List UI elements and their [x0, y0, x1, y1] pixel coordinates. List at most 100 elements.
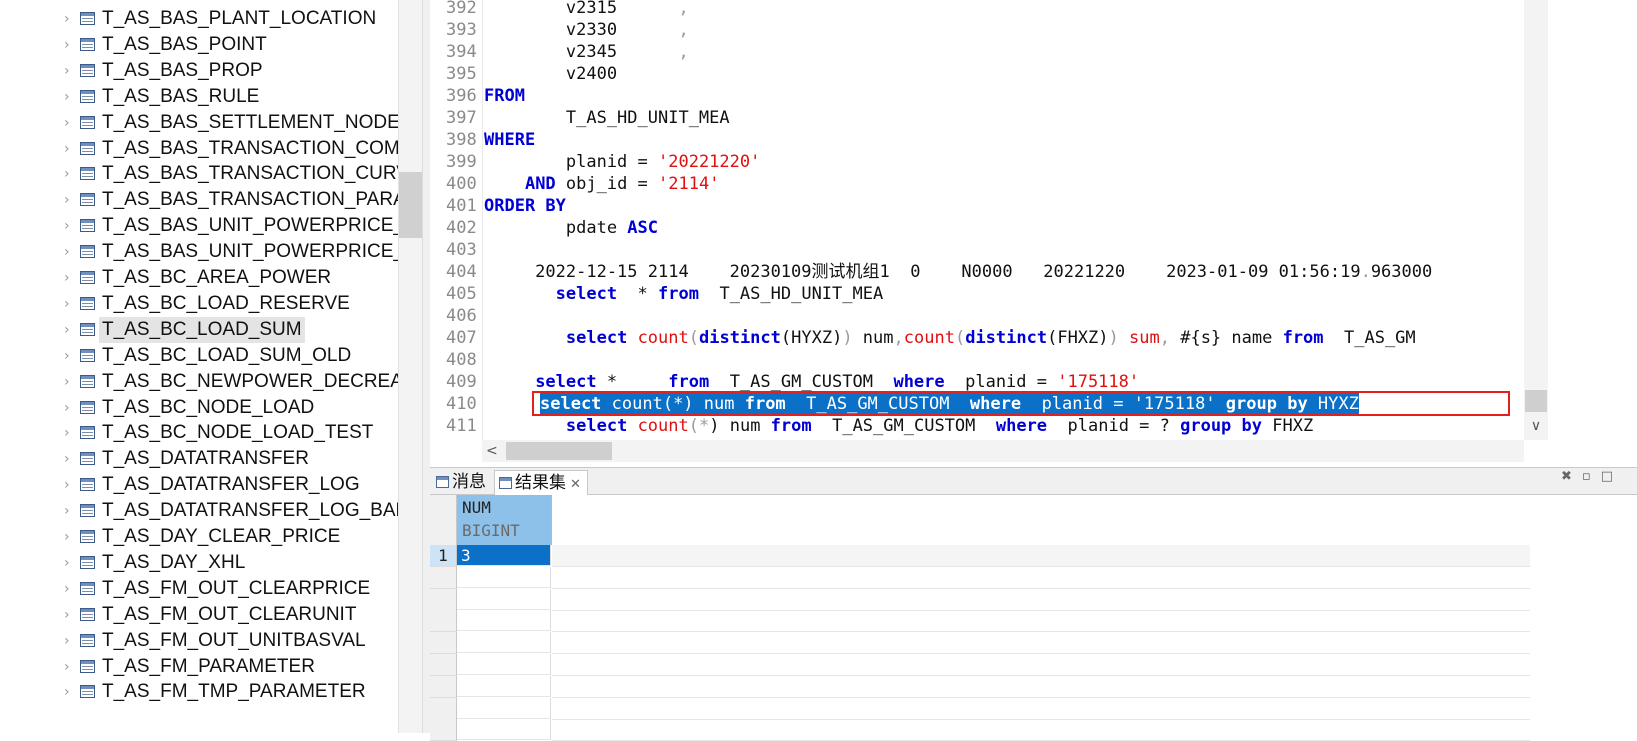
chevron-right-icon[interactable]: › [64, 321, 76, 339]
code-text[interactable]: FROM [484, 85, 525, 107]
code-line[interactable]: 401 ORDER BY [430, 195, 1530, 217]
chevron-right-icon[interactable]: › [64, 217, 76, 235]
grid-cell[interactable] [457, 588, 551, 610]
chevron-right-icon[interactable]: › [64, 36, 76, 54]
code-line[interactable]: 395 v2400 [430, 63, 1530, 85]
code-line[interactable]: 405 select * from T_AS_HD_UNIT_MEA [430, 283, 1530, 305]
tree-item[interactable]: › T_AS_BC_LOAD_RESERVE [0, 291, 398, 317]
tree-item[interactable]: › T_AS_FM_TMP_PARAMETER [0, 679, 398, 705]
tree-item[interactable]: › T_AS_BC_LOAD_SUM [0, 316, 398, 343]
chevron-right-icon[interactable]: › [64, 502, 76, 520]
tree-scroll-thumb[interactable] [399, 172, 423, 238]
row-header[interactable]: 1 [430, 545, 457, 567]
grid-cell[interactable] [457, 654, 551, 675]
chevron-right-icon[interactable]: › [64, 554, 76, 572]
code-text[interactable]: v2315 , [484, 0, 689, 19]
tree-item[interactable]: › T_AS_BAS_UNIT_POWERPRICE_TEMP [0, 239, 398, 265]
code-line[interactable]: 399 planid = '20221220' [430, 151, 1530, 173]
tree-item[interactable]: › T_AS_BC_NODE_LOAD [0, 395, 398, 421]
code-line[interactable]: 392 v2315 , [430, 0, 1530, 19]
chevron-right-icon[interactable]: › [64, 165, 76, 183]
chevron-right-icon[interactable]: › [64, 399, 76, 417]
tree-item[interactable]: › T_AS_BC_LOAD_SUM_OLD [0, 343, 398, 369]
tree-item[interactable]: › T_AS_DATATRANSFER_LOG [0, 472, 398, 498]
editor-vertical-scrollbar[interactable]: ∨ [1524, 0, 1548, 440]
code-text[interactable]: v2345 , [484, 41, 689, 63]
row-header[interactable] [430, 610, 457, 633]
grid-cell[interactable]: 3 [457, 545, 551, 566]
tree-item[interactable]: › T_AS_BAS_TRANSACTION_CURVE [0, 161, 398, 187]
code-line[interactable]: 404 2022-12-15 2114 20230109测试机组1 0 N000… [430, 261, 1530, 283]
chevron-right-icon[interactable]: › [64, 243, 76, 261]
tree-item[interactable]: › T_AS_BAS_UNIT_POWERPRICE_TEMP [0, 213, 398, 239]
chevron-right-icon[interactable]: › [64, 606, 76, 624]
grid-cell[interactable] [457, 697, 551, 719]
code-line[interactable]: 394 v2345 , [430, 41, 1530, 63]
tree-item[interactable]: › T_AS_BAS_TRANSACTION_COMB_C( [0, 136, 398, 162]
chevron-right-icon[interactable]: › [64, 476, 76, 494]
code-line[interactable]: 402 pdate ASC [430, 217, 1530, 239]
grid-cell[interactable] [457, 566, 551, 588]
code-line[interactable]: 409 select * from T_AS_GM_CUSTOM where p… [430, 371, 1530, 393]
restore-icon[interactable]: ✖ [1561, 469, 1572, 484]
code-line[interactable]: 393 v2330 , [430, 19, 1530, 41]
code-line[interactable]: 397 T_AS_HD_UNIT_MEA [430, 107, 1530, 129]
tree-item[interactable]: › T_AS_BAS_PLANT_LOCATION [0, 6, 398, 32]
row-header[interactable] [430, 654, 457, 676]
chevron-right-icon[interactable]: › [64, 683, 76, 701]
chevron-right-icon[interactable]: › [64, 114, 76, 132]
sql-editor[interactable]: 392 v2315 , 393 v2330 , 394 v2345 , 395 v24… [430, 0, 1637, 467]
editor-horizontal-scrollbar[interactable]: < [482, 440, 1524, 462]
chevron-right-icon[interactable]: › [64, 10, 76, 28]
chevron-right-icon[interactable]: › [64, 658, 76, 676]
tree-item[interactable]: › T_AS_BAS_RULE [0, 84, 398, 110]
column-header-num[interactable]: NUM BIGINT [457, 495, 552, 545]
row-header[interactable] [430, 719, 457, 741]
code-text[interactable]: select * from T_AS_HD_UNIT_MEA [484, 283, 884, 305]
code-line[interactable]: 396 FROM [430, 85, 1530, 107]
chevron-right-icon[interactable]: › [64, 269, 76, 287]
row-header[interactable] [430, 632, 457, 655]
code-text[interactable]: AND obj_id = '2114' [484, 173, 720, 195]
editor-vscroll-thumb[interactable] [1525, 390, 1547, 412]
tree-item[interactable]: › T_AS_DAY_XHL [0, 550, 398, 576]
tree-item[interactable]: › T_AS_BC_NEWPOWER_DECREASE_A [0, 369, 398, 395]
tree-item[interactable]: › T_AS_FM_OUT_CLEARUNIT [0, 602, 398, 628]
tree-item[interactable]: › T_AS_BC_AREA_POWER [0, 265, 398, 291]
chevron-right-icon[interactable]: › [64, 191, 76, 209]
editor-hscroll-thumb[interactable] [506, 442, 612, 460]
chevron-right-icon[interactable]: › [64, 632, 76, 650]
row-header[interactable] [430, 588, 457, 611]
code-line[interactable]: 400 AND obj_id = '2114' [430, 173, 1530, 195]
tree-item[interactable]: › T_AS_FM_OUT_UNITBASVAL [0, 628, 398, 654]
chevron-right-icon[interactable]: › [64, 88, 76, 106]
chevron-right-icon[interactable]: › [64, 424, 76, 442]
grid-cell[interactable] [457, 632, 551, 654]
code-text[interactable]: v2330 , [484, 19, 689, 41]
chevron-right-icon[interactable]: › [64, 450, 76, 468]
code-line[interactable]: 411 select count(*) num from T_AS_GM_CUS… [430, 415, 1530, 437]
maximize-icon[interactable]: □ [1601, 469, 1613, 484]
code-text[interactable]: pdate ASC [484, 217, 658, 239]
result-grid[interactable]: NUM BIGINT 13 [430, 495, 1530, 741]
code-text[interactable]: WHERE [484, 129, 535, 151]
code-text[interactable]: T_AS_HD_UNIT_MEA [484, 107, 730, 129]
tree-item[interactable]: › T_AS_BAS_POINT [0, 32, 398, 58]
grid-cell[interactable] [457, 610, 551, 632]
chevron-left-icon[interactable]: < [486, 440, 504, 462]
tab-result-set[interactable]: 结果集 ✕ [494, 470, 588, 495]
code-text[interactable]: select * from T_AS_GM_CUSTOM where plani… [484, 371, 1139, 393]
code-line[interactable]: 403 [430, 239, 1530, 261]
tree-item[interactable]: › T_AS_DATATRANSFER [0, 446, 398, 472]
code-line[interactable]: 398 WHERE [430, 129, 1530, 151]
row-header[interactable] [430, 566, 457, 589]
chevron-right-icon[interactable]: › [64, 295, 76, 313]
close-icon[interactable]: ✕ [570, 477, 581, 492]
grid-cell[interactable] [457, 675, 551, 697]
tree-item[interactable]: › T_AS_BAS_TRANSACTION_PARA [0, 187, 398, 213]
tree-item[interactable]: › T_AS_BAS_PROP [0, 58, 398, 84]
tree-item[interactable]: › T_AS_BC_NODE_LOAD_TEST [0, 420, 398, 446]
code-text[interactable]: planid = '20221220' [484, 151, 760, 173]
minimize-icon[interactable]: ▫ [1582, 469, 1591, 484]
code-text[interactable]: v2400 [484, 63, 617, 85]
